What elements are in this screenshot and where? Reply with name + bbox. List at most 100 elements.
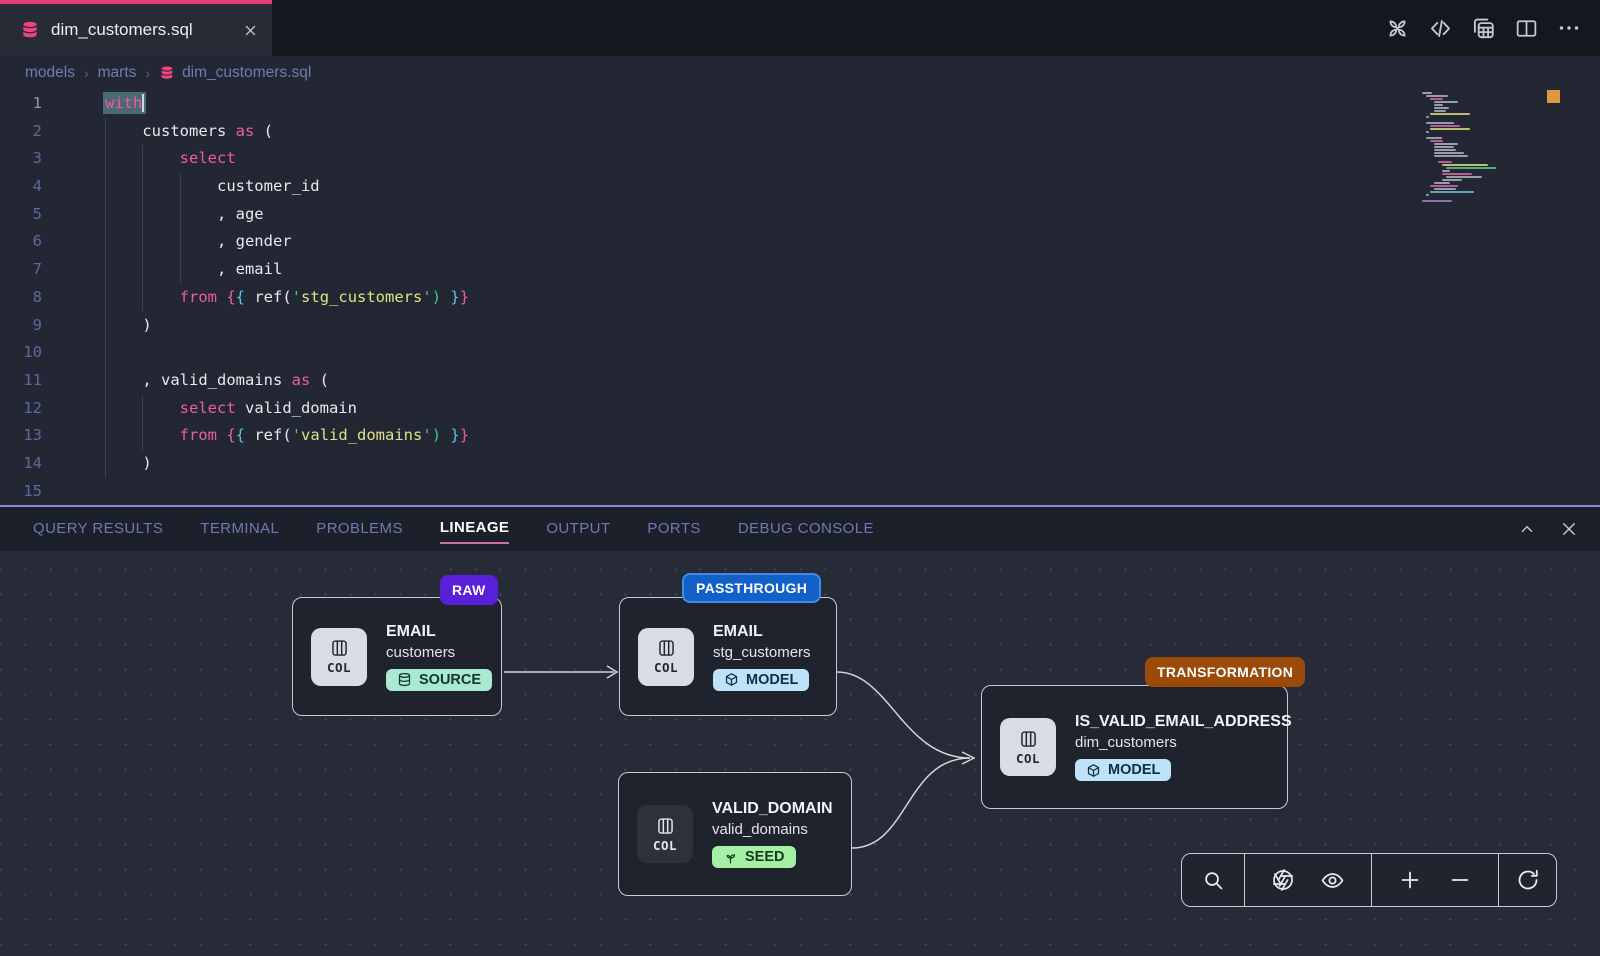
line-number: 11 <box>0 367 70 395</box>
col-label: COL <box>1016 751 1040 766</box>
line-number: 14 <box>0 450 70 478</box>
editor-actions <box>1384 0 1582 56</box>
breadcrumb: models › marts › dim_customers.sql <box>0 56 1600 90</box>
minimap-line <box>1442 173 1472 175</box>
app-window: dim_customers.sql <box>0 0 1600 956</box>
code-editor[interactable]: 1with2 customers as (3 select4 customer_… <box>0 90 1600 505</box>
minimap-line <box>1434 149 1456 151</box>
code-text: select <box>70 145 236 173</box>
minimap-line <box>1434 146 1454 148</box>
minimap-line <box>1446 167 1496 169</box>
table-name: dim_customers <box>1075 734 1292 751</box>
line-number: 12 <box>0 395 70 423</box>
node-type-badge-model: MODEL <box>713 669 809 691</box>
line-number: 3 <box>0 145 70 173</box>
minimap-line <box>1426 122 1454 124</box>
minimap-line <box>1434 188 1456 190</box>
lineage-canvas[interactable]: RAW PASSTHROUGH TRANSFORMATION COL EMAIL… <box>0 551 1600 956</box>
refresh-icon[interactable] <box>1516 868 1540 892</box>
minimap-line <box>1442 170 1450 172</box>
panel-tab-query-results[interactable]: QUERY RESULTS <box>33 516 163 543</box>
eye-icon[interactable] <box>1320 868 1345 893</box>
lineage-tag-transformation: TRANSFORMATION <box>1145 657 1305 687</box>
col-label: COL <box>327 660 351 675</box>
zoom-out-icon[interactable] <box>1448 868 1472 892</box>
lineage-tag-raw: RAW <box>440 575 498 605</box>
panel-tab-output[interactable]: OUTPUT <box>546 516 610 543</box>
columns-icon <box>656 638 677 659</box>
lineage-node-customers[interactable]: COL EMAIL customers SOURCE <box>292 597 502 716</box>
code-line: 8 from {{ ref('stg_customers') }} <box>0 284 1600 312</box>
code-line: 6 , gender <box>0 228 1600 256</box>
open-compiled-code-icon[interactable] <box>1427 15 1453 41</box>
database-icon <box>20 20 40 40</box>
breadcrumb-item-models[interactable]: models <box>25 64 75 82</box>
column-icon: COL <box>637 805 693 863</box>
badge-label: MODEL <box>1108 762 1160 778</box>
cube-icon <box>724 672 739 687</box>
lineage-node-stg-customers[interactable]: COL EMAIL stg_customers MODEL <box>619 597 837 716</box>
lineage-node-dim-customers[interactable]: COL IS_VALID_EMAIL_ADDRESS dim_customers… <box>981 685 1288 809</box>
minimap-line <box>1434 110 1446 112</box>
panel-tab-ports[interactable]: PORTS <box>647 516 700 543</box>
panel-tab-debug-console[interactable]: DEBUG CONSOLE <box>738 516 874 543</box>
search-icon[interactable] <box>1202 869 1225 892</box>
code-text: ) <box>70 450 152 478</box>
breadcrumb-file-label: dim_customers.sql <box>182 64 311 82</box>
database-icon <box>397 672 412 687</box>
minimap-line <box>1426 131 1429 133</box>
line-number: 8 <box>0 284 70 312</box>
minimap-line <box>1430 125 1460 127</box>
minimap-line <box>1430 128 1470 130</box>
query-preview-icon[interactable] <box>1470 15 1496 41</box>
tab-title: dim_customers.sql <box>51 20 232 40</box>
close-panel-icon[interactable] <box>1560 520 1578 538</box>
breadcrumb-separator: › <box>84 65 89 81</box>
column-name: EMAIL <box>386 623 492 641</box>
minimap-line <box>1426 137 1442 139</box>
editor-tab-dim-customers[interactable]: dim_customers.sql <box>0 0 272 56</box>
panel-tab-terminal[interactable]: TERMINAL <box>200 516 279 543</box>
panel-tab-lineage[interactable]: LINEAGE <box>440 515 509 544</box>
code-line: 9 ) <box>0 312 1600 340</box>
code-text: , email <box>70 256 282 284</box>
code-text: from {{ ref('stg_customers') }} <box>70 284 469 312</box>
node-type-badge-seed: SEED <box>712 846 796 868</box>
column-name: EMAIL <box>713 623 811 641</box>
dbt-power-user-icon[interactable] <box>1384 15 1410 41</box>
code-text: , valid_domains as ( <box>70 367 329 395</box>
panel-tab-problems[interactable]: PROBLEMS <box>316 516 403 543</box>
zoom-in-icon[interactable] <box>1398 868 1422 892</box>
minimap-line <box>1442 164 1488 166</box>
column-icon: COL <box>1000 718 1056 776</box>
minimap-line <box>1434 155 1468 157</box>
breadcrumb-item-marts[interactable]: marts <box>98 64 137 82</box>
minimap[interactable] <box>1420 92 1536 242</box>
breadcrumb-item-file[interactable]: dim_customers.sql <box>159 64 311 82</box>
code-text: ) <box>70 312 152 340</box>
code-text: customer_id <box>70 173 320 201</box>
code-line: 15 <box>0 478 1600 505</box>
line-number: 9 <box>0 312 70 340</box>
lineage-node-valid-domains[interactable]: COL VALID_DOMAIN valid_domains SEED <box>618 772 852 896</box>
columns-icon <box>329 638 350 659</box>
tab-close-icon[interactable] <box>243 23 258 38</box>
minimap-line <box>1438 161 1452 163</box>
aperture-icon[interactable] <box>1271 868 1295 892</box>
code-line: 7 , email <box>0 256 1600 284</box>
minimap-line <box>1434 101 1458 103</box>
minimap-line <box>1430 191 1474 193</box>
indent-guide <box>142 145 143 311</box>
code-line: 2 customers as ( <box>0 118 1600 146</box>
split-editor-icon[interactable] <box>1513 15 1539 41</box>
column-icon: COL <box>638 628 694 686</box>
maximize-panel-icon[interactable] <box>1518 520 1536 538</box>
minimap-line <box>1426 116 1429 118</box>
code-text: with <box>70 90 144 118</box>
minimap-line <box>1426 194 1429 196</box>
minimap-line <box>1442 179 1462 181</box>
breadcrumb-separator: › <box>145 65 150 81</box>
more-actions-icon[interactable] <box>1556 15 1582 41</box>
code-text: customers as ( <box>70 118 273 146</box>
minimap-line <box>1430 113 1470 115</box>
